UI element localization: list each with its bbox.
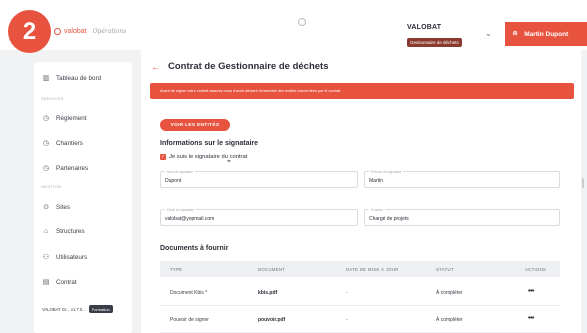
field-value: Martin — [369, 178, 383, 184]
back-arrow-icon[interactable]: ← — [151, 62, 160, 72]
field-label: Nom du signataire — [165, 170, 195, 174]
cell-type: Document Kbis * — [170, 290, 208, 296]
sidebar-section-gestion: GESTION — [41, 184, 62, 189]
user-menu-button[interactable]: ⍝ Martin Dupont — [505, 22, 587, 46]
sidebar-item-label: Contrat — [56, 278, 77, 286]
documents-table-header: TYPE DOCUMENT DATE DE MISE À JOUR STATUT… — [160, 261, 560, 277]
sidebar-item-label: Partenaires — [56, 164, 89, 172]
sidebar-item-label: Utilisateurs — [56, 253, 88, 261]
signatory-checkbox-row[interactable]: ✓ Je suis le signataire du contrat — [160, 154, 247, 160]
brand-logo[interactable]: valobat Opérations — [54, 28, 126, 35]
brand-subtitle: Opérations — [92, 28, 127, 35]
cell-document[interactable]: pouvoir.pdf — [258, 317, 285, 323]
pin-icon: ⊙ — [43, 204, 49, 211]
sidebar-item-label: Sites — [56, 203, 70, 211]
sidebar-footer: VALOBAT Gr... v1.7.0... Formation — [42, 305, 113, 313]
sidebar-item-label: Tableau de bord — [56, 74, 102, 82]
sidebar-item-chantiers[interactable]: ◷ Chantiers — [42, 139, 83, 148]
column-header-status: STATUT — [436, 267, 454, 272]
structure-icon: ⌂ — [43, 228, 49, 235]
more-actions-icon[interactable]: ••• — [528, 315, 534, 322]
warning-alert: Avant de signer votre contrat assurez-vo… — [150, 83, 574, 99]
field-label: Fonction — [369, 208, 386, 212]
column-header-type: TYPE — [170, 267, 183, 272]
clock-icon: ◷ — [42, 140, 50, 147]
user-name: Martin Dupont — [524, 30, 569, 38]
page-header: ← Contrat de Gestionnaire de déchets — [151, 61, 328, 72]
environment-badge: Formation — [88, 305, 113, 313]
table-row: Pouvoir de signer pouvoir.pdf - À complé… — [160, 307, 560, 333]
check-icon[interactable]: ✓ — [160, 154, 166, 160]
step-number-badge: 2 — [8, 10, 51, 53]
sidebar-item-utilisateurs[interactable]: ⚇ Utilisateurs — [42, 253, 88, 262]
sidebar-item-dashboard[interactable]: ▥ Tableau de bord — [42, 74, 102, 83]
user-icon: ⍝ — [513, 30, 518, 37]
top-bar: valobat Opérations VALOBAT Gestionnaire … — [0, 0, 587, 50]
more-actions-icon[interactable]: ••• — [528, 288, 534, 295]
signatory-function-field[interactable]: Fonction Chargé de projets — [364, 208, 560, 226]
sidebar-item-label: Règlement — [56, 114, 87, 122]
sidebar-item-partenaires[interactable]: ◷ Partenaires — [42, 164, 89, 173]
sidebar-item-sites[interactable]: ⊙ Sites — [42, 203, 70, 212]
field-value: valobat@yopmail.com — [165, 216, 215, 222]
organization-name: VALOBAT — [407, 24, 442, 31]
sidebar: ▥ Tableau de bord SERVICES ◷ Règlement ◷… — [34, 62, 132, 333]
organization-selector[interactable]: VALOBAT Gestionnaire de déchets — [407, 24, 462, 49]
checkbox-label: Je suis le signataire du contrat — [169, 154, 248, 160]
field-value: Chargé de projets — [369, 216, 409, 222]
building-icon: ▥ — [42, 75, 50, 82]
documents-section-title: Documents à fournir — [160, 245, 229, 252]
signatory-email-field[interactable]: Email du signataire valobat@yopmail.com — [160, 208, 358, 226]
table-row: Document Kbis * kbis.pdf - À compléter •… — [160, 280, 560, 306]
signatory-lastname-field[interactable]: Nom du signataire Dupont — [160, 170, 358, 188]
cell-type: Pouvoir de signer — [170, 317, 209, 323]
cell-status: À compléter — [436, 317, 463, 323]
cell-document[interactable]: kbis.pdf — [258, 290, 277, 296]
sidebar-item-label: Chantiers — [56, 139, 83, 147]
main-content: ← Contrat de Gestionnaire de déchets Ava… — [141, 50, 581, 333]
valobat-logo-icon — [54, 28, 61, 35]
column-header-date: DATE DE MISE À JOUR — [346, 267, 399, 272]
scrollbar[interactable] — [582, 178, 584, 188]
cell-date: - — [346, 290, 348, 296]
see-entities-button[interactable]: VOIR LES ENTITÉS — [160, 119, 230, 131]
cell-date: - — [346, 317, 348, 323]
document-icon: ▤ — [42, 279, 50, 286]
column-header-document: DOCUMENT — [258, 267, 286, 272]
chevron-down-icon[interactable]: ⌄ — [485, 29, 492, 38]
field-label: Email du signataire — [165, 208, 197, 212]
page-title: Contrat de Gestionnaire de déchets — [168, 61, 329, 72]
sidebar-item-reglement[interactable]: ◷ Règlement — [42, 114, 87, 123]
sidebar-item-structures[interactable]: ⌂ Structures — [42, 228, 85, 235]
cell-status: À compléter — [436, 290, 463, 296]
organization-role-badge: Gestionnaire de déchets — [407, 38, 462, 47]
users-icon: ⚇ — [42, 254, 50, 261]
field-label: Prénom du signataire — [369, 170, 404, 174]
app-version: VALOBAT Gr... v1.7.0... — [42, 306, 86, 312]
mouse-cursor-icon: ⌖ — [227, 158, 231, 165]
sidebar-section-services: SERVICES — [41, 96, 64, 101]
status-circle-icon — [298, 18, 306, 26]
sidebar-item-contrat[interactable]: ▤ Contrat — [42, 278, 77, 287]
signatory-firstname-field[interactable]: Prénom du signataire Martin — [364, 170, 560, 188]
clock-icon: ◷ — [42, 165, 50, 172]
clock-icon: ◷ — [42, 115, 50, 122]
signatory-section-title: Informations sur le signataire — [160, 140, 259, 147]
field-value: Dupont — [165, 178, 182, 184]
column-header-actions: ACTIONS — [525, 267, 547, 272]
sidebar-item-label: Structures — [56, 228, 85, 235]
brand-name: valobat — [64, 28, 87, 35]
